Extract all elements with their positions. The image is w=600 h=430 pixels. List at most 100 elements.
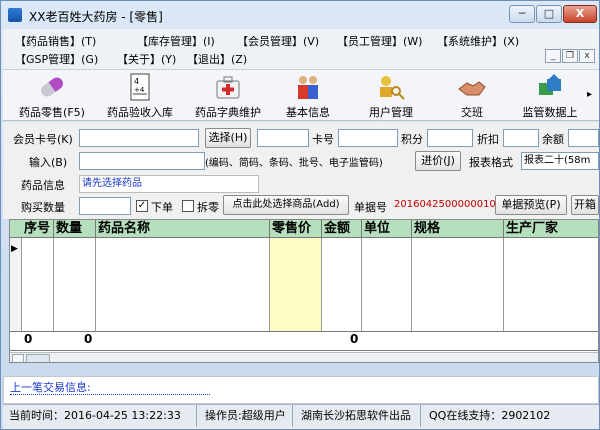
last-transaction-line [10, 394, 210, 396]
handshake-icon [458, 81, 486, 96]
app-icon [8, 8, 22, 22]
col-spec[interactable]: 规格 [412, 220, 504, 238]
toolbar-retail-button[interactable]: 药品零售(F5) [9, 71, 95, 121]
pill-icon [41, 77, 63, 97]
row-indicator[interactable]: ▶ [10, 238, 22, 331]
select-member-button[interactable]: 选择(H) [205, 128, 251, 148]
menu-system[interactable]: 【系统维护】(X) [437, 33, 519, 49]
table-cell[interactable] [96, 238, 270, 331]
scroll-left-arrow[interactable] [12, 354, 24, 362]
col-qty[interactable]: 数量 [54, 220, 96, 238]
toolbar-dictionary-button[interactable]: 药品字典维护 [185, 71, 271, 121]
scroll-thumb[interactable] [26, 354, 50, 362]
table-cell[interactable] [362, 238, 412, 331]
buy-qty-input[interactable] [79, 197, 131, 215]
col-amount[interactable]: 金额 [322, 220, 362, 238]
table-row[interactable] [22, 238, 54, 331]
status-qq-support[interactable]: QQ在线支持：2902102 [425, 405, 597, 427]
table-cell[interactable] [412, 238, 504, 331]
svg-text:4: 4 [134, 77, 139, 86]
mdi-restore-button[interactable]: ❐ [562, 49, 578, 63]
split-checkbox[interactable] [182, 200, 194, 212]
points-input[interactable] [427, 129, 473, 147]
select-value-input[interactable] [257, 129, 309, 147]
order-checkbox[interactable]: ✓ [136, 200, 148, 212]
toolbar-label: 基本信息 [286, 106, 330, 119]
status-operator: 操作员:超级用户 [201, 405, 293, 427]
title-bar: XX老百姓大药房 - [零售] ─ □ X [1, 1, 600, 29]
member-card-label: 会员卡号(K) [13, 133, 73, 146]
order-checkbox-label: 下单 [151, 201, 173, 214]
report-format-select[interactable]: 报表二十(58m [521, 152, 599, 170]
input-hint: (编码、简码、条码、批号、电子监管码) [205, 158, 383, 169]
toolbar-handover-button[interactable]: 交班 [437, 71, 507, 121]
doc-no-value: 2016042500000010 [394, 199, 496, 210]
col-seq[interactable]: 序号 [22, 220, 54, 238]
col-drug-name[interactable]: 药品名称 [96, 220, 270, 238]
upload-icon [539, 74, 561, 95]
footer-qty: 0 [84, 332, 93, 346]
toolbar-more-arrow[interactable]: ▸ [587, 89, 592, 100]
menu-members[interactable]: 【会员管理】(V) [237, 33, 319, 49]
discount-input[interactable] [503, 129, 539, 147]
table-cell[interactable] [54, 238, 96, 331]
medical-kit-icon [216, 76, 240, 99]
toolbar-label: 药品字典维护 [195, 106, 261, 119]
member-card-input[interactable] [79, 129, 199, 147]
menu-about[interactable]: 【关于】(Y) [117, 51, 176, 67]
row-arrow-icon: ▶ [11, 244, 18, 254]
report-format-label: 报表格式 [469, 156, 513, 169]
last-transaction-label: 上一笔交易信息: [10, 381, 91, 394]
users-key-icon [380, 76, 405, 100]
toolbar-label: 药品零售(F5) [19, 106, 85, 119]
menu-inventory[interactable]: 【库存管理】(I) [137, 33, 215, 49]
price-column-cell[interactable] [270, 238, 322, 331]
drug-code-input[interactable] [79, 152, 205, 170]
preview-button[interactable]: 单据预览(P) [495, 195, 567, 215]
mdi-close-button[interactable]: x [579, 49, 595, 63]
col-unit[interactable]: 单位 [362, 220, 412, 238]
sale-items-table[interactable]: 序号 数量 药品名称 零售价 金额 单位 规格 生产厂家 ▶ 0 0 0 [9, 219, 599, 363]
mdi-minimize-button[interactable]: _ [545, 49, 561, 63]
svg-text:+4: +4 [134, 86, 145, 94]
open-box-button[interactable]: 开箱 [571, 195, 599, 215]
drug-info-label: 药品信息 [21, 179, 65, 192]
menu-drug-sales[interactable]: 【药品销售】(T) [15, 33, 96, 49]
doc-no-label: 单据号 [354, 201, 387, 214]
people-icon [298, 76, 318, 99]
menu-gsp[interactable]: 【GSP管理】(G) [15, 51, 98, 67]
col-retail-price[interactable]: 零售价 [270, 220, 322, 238]
close-button[interactable]: X [563, 5, 597, 23]
toolbar-label: 用户管理 [369, 106, 413, 119]
toolbar-basic-info-button[interactable]: 基本信息 [273, 71, 343, 121]
points-label: 积分 [401, 133, 423, 146]
balance-input[interactable] [568, 129, 599, 147]
status-current-time: 当前时间：2016-04-25 13:22:33 [5, 405, 197, 427]
app-window: XX老百姓大药房 - [零售] ─ □ X 【药品销售】(T) 【库存管理】(I… [0, 0, 600, 430]
input-label: 输入(B) [29, 156, 68, 169]
footer-amount: 0 [350, 332, 359, 346]
minimize-button[interactable]: ─ [509, 5, 535, 23]
table-cell[interactable] [504, 238, 598, 331]
card-no-label: 卡号 [312, 133, 334, 146]
horizontal-scrollbar[interactable] [10, 352, 598, 362]
drug-info-display: 请先选择药品 [79, 175, 259, 193]
toolbar-regulatory-upload-button[interactable]: 监管数据上 [517, 71, 583, 121]
menu-exit[interactable]: 【退出】(Z) [187, 51, 247, 67]
col-manufacturer[interactable]: 生产厂家 [504, 220, 598, 238]
maximize-button[interactable]: □ [536, 5, 562, 23]
menu-staff[interactable]: 【员工管理】(W) [337, 33, 422, 49]
buy-qty-label: 购买数量 [21, 201, 65, 214]
toolbar-label: 交班 [461, 106, 483, 119]
table-cell[interactable] [322, 238, 362, 331]
toolbar-user-mgmt-button[interactable]: 用户管理 [351, 71, 431, 121]
toolbar-receiving-button[interactable]: 4 +4 药品验收入库 [97, 71, 183, 121]
balance-label: 余额 [542, 133, 564, 146]
calculator-icon: 4+4 [130, 73, 150, 101]
card-no-input[interactable] [338, 129, 398, 147]
restock-price-button[interactable]: 进价(J) [415, 151, 461, 171]
window-title: XX老百姓大药房 - [零售] [29, 10, 163, 24]
footer-seq: 0 [24, 332, 33, 346]
add-item-button[interactable]: 点击此处选择商品(Add) [223, 195, 349, 215]
discount-label: 折扣 [477, 133, 499, 146]
